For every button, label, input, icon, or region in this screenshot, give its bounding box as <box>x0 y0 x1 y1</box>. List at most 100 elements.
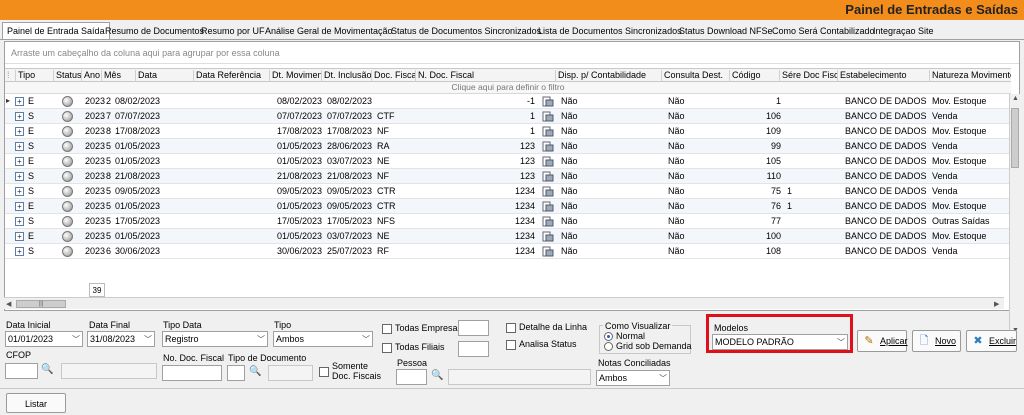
todas-filiais-checkbox[interactable] <box>382 343 392 353</box>
excluir-button[interactable]: ✖ Excluir <box>966 330 1017 352</box>
table-row[interactable]: + S 2023 6 30/06/2023 30/06/2023 25/07/2023 RF 1… <box>5 244 1011 259</box>
col-ano[interactable]: Ano <box>81 70 101 82</box>
table-row[interactable]: + E 2023 5 01/05/2023 01/05/2023 03/07/2023 NE 1… <box>5 154 1011 169</box>
cell-cons: Não <box>668 186 685 196</box>
expand-icon[interactable]: + <box>15 217 24 226</box>
col-status[interactable]: Status <box>53 70 81 82</box>
table-row[interactable]: + E 2023 5 01/05/2023 01/05/2023 03/07/2023 NE 1… <box>5 229 1011 244</box>
expand-icon[interactable]: + <box>15 142 24 151</box>
col-codigo[interactable]: Código <box>729 70 779 82</box>
col-disp-contabilidade[interactable]: Disp. p/ Contabilidade <box>555 70 661 82</box>
novo-button[interactable]: 🗋 Novo <box>912 330 961 352</box>
table-row[interactable]: + E 2023 8 17/08/2023 17/08/2023 17/08/2023 NF 1… <box>5 124 1011 139</box>
tipo-data-label: Tipo Data <box>163 320 202 330</box>
col-estabelecimento[interactable]: Estabelecimento <box>837 70 929 82</box>
document-icon[interactable] <box>542 141 554 152</box>
document-icon[interactable] <box>542 186 554 197</box>
col-n-doc-fiscal[interactable]: N. Doc. Fiscal <box>415 70 555 82</box>
expand-icon[interactable]: + <box>15 172 24 181</box>
tipo-select[interactable]: Ambos ﹀ <box>273 331 373 347</box>
expand-icon[interactable]: + <box>15 202 24 211</box>
data-inicial-field[interactable]: 01/01/2023 ﹀ <box>5 331 83 347</box>
document-icon[interactable] <box>542 246 554 257</box>
empresa-field[interactable] <box>458 320 489 336</box>
detalhe-linha-checkbox[interactable] <box>506 323 516 333</box>
expand-icon[interactable]: + <box>15 232 24 241</box>
binoculars-icon[interactable]: 🔍 <box>249 366 261 377</box>
binoculars-icon[interactable]: 🔍 <box>431 370 443 381</box>
data-final-field[interactable]: 31/08/2023 ﹀ <box>87 331 155 347</box>
cfop-field[interactable] <box>5 363 38 379</box>
expand-icon[interactable]: + <box>15 187 24 196</box>
col-dt-movimento[interactable]: Dt. Movimen <box>269 70 321 82</box>
col-dt-inclusao[interactable]: Dt. Inclusão <box>321 70 371 82</box>
cell-disp: Não <box>561 171 578 181</box>
cell-dt-mov: 17/05/2023 <box>277 216 323 226</box>
tab-status-download-nfse[interactable]: Status Download NFSe <box>675 23 777 39</box>
filter-row[interactable]: Clique aqui para definir o filtro <box>5 82 1011 94</box>
cell-cons: Não <box>668 216 685 226</box>
scroll-up-icon[interactable]: ▲ <box>1012 95 1019 102</box>
normal-radio[interactable] <box>604 332 613 341</box>
horizontal-scrollbar[interactable]: ◀ ||| ▶ <box>4 297 1004 309</box>
document-icon[interactable] <box>542 96 554 107</box>
col-tipo[interactable]: Tipo <box>15 70 53 82</box>
expand-icon[interactable]: + <box>15 247 24 256</box>
expand-icon[interactable]: + <box>15 157 24 166</box>
document-icon[interactable] <box>542 231 554 242</box>
somente-doc-fiscais-checkbox[interactable] <box>319 367 329 377</box>
document-icon[interactable] <box>542 126 554 137</box>
table-row[interactable]: + S 2023 5 01/05/2023 01/05/2023 28/06/2023 RA 1… <box>5 139 1011 154</box>
expand-icon[interactable]: + <box>15 97 24 106</box>
notas-conciliadas-select[interactable]: Ambos ﹀ <box>596 370 670 386</box>
document-icon[interactable] <box>542 216 554 227</box>
document-icon[interactable] <box>542 156 554 167</box>
cell-cons: Não <box>668 141 685 151</box>
tab-analise-geral[interactable]: Análise Geral de Movimentação <box>261 23 397 39</box>
pessoa-field[interactable] <box>396 369 427 385</box>
horizontal-scroll-thumb[interactable]: ||| <box>16 300 66 308</box>
aplicar-button[interactable]: ✎ Aplicar <box>857 330 908 352</box>
col-serie-doc-fiscal[interactable]: Sére Doc Fiscal <box>779 70 837 82</box>
tab-resumo-uf[interactable]: Resumo por UF <box>197 23 269 39</box>
scroll-left-icon[interactable]: ◀ <box>6 300 11 308</box>
tipo-data-select[interactable]: Registro ﹀ <box>162 331 268 347</box>
table-row[interactable]: + S 2023 8 21/08/2023 21/08/2023 21/08/2023 NF 1… <box>5 169 1011 184</box>
tipo-documento-field[interactable] <box>227 365 245 381</box>
tab-status-docs-sincronizados[interactable]: Status de Documentos Sincronizados <box>387 23 545 39</box>
tab-lista-docs-sincronizados[interactable]: Lista de Documentos Sincronizados <box>534 23 686 39</box>
group-by-area[interactable]: Arraste um cabeçalho da coluna aqui para… <box>5 42 1019 64</box>
no-doc-fiscal-field[interactable] <box>162 365 222 381</box>
table-row[interactable]: + S 2023 5 09/05/2023 09/05/2023 09/05/2023 CTR… <box>5 184 1011 199</box>
table-row[interactable]: ▸ + E 2023 2 08/02/2023 08/02/2023 08/02/2023 -1… <box>5 94 1011 109</box>
table-row[interactable]: + S 2023 7 07/07/2023 07/07/2023 07/07/2023 CTF… <box>5 109 1011 124</box>
expand-icon[interactable]: + <box>15 112 24 121</box>
tab-painel-entrada-saida[interactable]: Painel de Entrada Saída <box>2 22 110 39</box>
tab-resumo-documentos[interactable]: Resumo de Documentos <box>101 23 208 39</box>
document-icon[interactable] <box>542 111 554 122</box>
vertical-scrollbar[interactable]: ▲ ▼ <box>1009 94 1020 338</box>
col-mes[interactable]: Mês <box>101 70 135 82</box>
col-data[interactable]: Data <box>135 70 193 82</box>
expand-icon[interactable]: + <box>15 127 24 136</box>
filial-field[interactable] <box>458 341 489 357</box>
col-consulta-dest[interactable]: Consulta Dest. <box>661 70 729 82</box>
listar-button[interactable]: Listar <box>6 393 66 413</box>
tab-integracao-site[interactable]: Integraçao Site <box>869 23 938 39</box>
analisa-status-checkbox[interactable] <box>506 340 516 350</box>
col-doc-fiscal[interactable]: Doc. Fiscal <box>371 70 415 82</box>
modelos-select[interactable]: MODELO PADRÃO ﹀ <box>712 334 848 350</box>
cell-nat: Venda <box>932 186 958 196</box>
table-row[interactable]: + S 2023 5 17/05/2023 17/05/2023 17/05/2023 NFS… <box>5 214 1011 229</box>
col-natureza-movimento[interactable]: Natureza Movimento <box>929 70 1011 82</box>
vertical-scroll-thumb[interactable] <box>1011 108 1019 168</box>
table-row[interactable]: + E 2023 5 01/05/2023 01/05/2023 09/05/2023 CTR… <box>5 199 1011 214</box>
document-icon[interactable] <box>542 201 554 212</box>
scroll-right-icon[interactable]: ▶ <box>994 300 999 308</box>
todas-empresas-checkbox[interactable] <box>382 324 392 334</box>
col-data-referencia[interactable]: Data Referência <box>193 70 269 82</box>
binoculars-icon[interactable]: 🔍 <box>41 364 53 375</box>
grid-sob-demanda-radio[interactable] <box>604 342 613 351</box>
document-icon[interactable] <box>542 171 554 182</box>
tab-como-sera-contabilizado[interactable]: Como Será Contabilizado <box>768 23 879 39</box>
